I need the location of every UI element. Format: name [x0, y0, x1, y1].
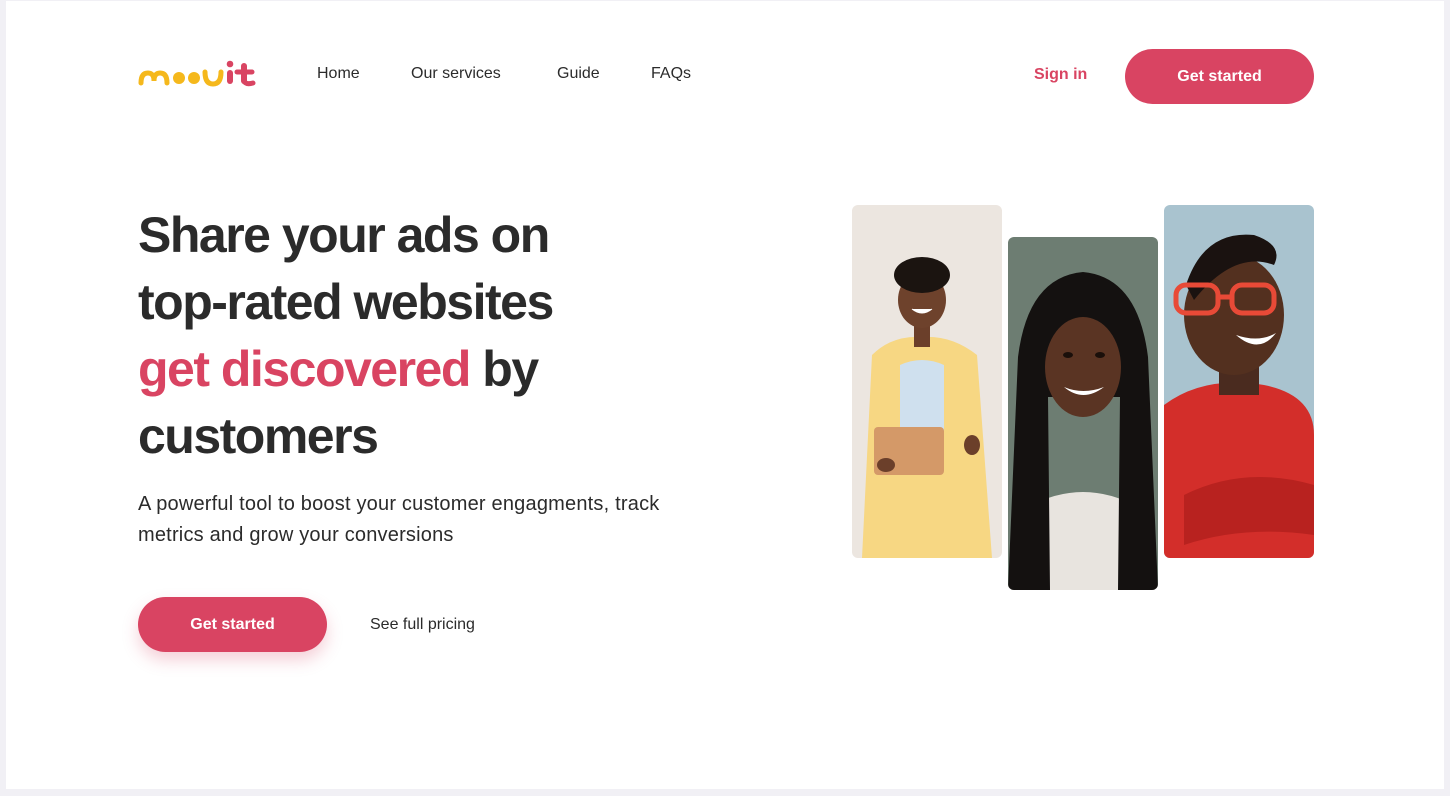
nav-item-guide[interactable]: Guide — [557, 65, 600, 83]
moovit-logo[interactable] — [138, 59, 264, 87]
sign-in-link[interactable]: Sign in — [1034, 66, 1087, 84]
headline-line-2: top-rated websites — [138, 274, 554, 330]
landing-page: Home Our services Guide FAQs Sign in Get… — [6, 1, 1444, 789]
hero-subtitle: A powerful tool to boost your customer e… — [138, 493, 660, 546]
hero-get-started-button[interactable]: Get started — [138, 597, 327, 652]
woman-yellow-blazer-tablet-photo — [852, 205, 1002, 558]
man-red-glasses-sweater-photo — [1164, 205, 1314, 558]
nav-item-faqs[interactable]: FAQs — [651, 65, 691, 83]
woman-braids-smiling-photo — [1008, 237, 1158, 590]
headline-accent: get discovered — [138, 341, 471, 397]
hero-headline: Share your ads on top-rated websites get… — [138, 202, 738, 470]
see-full-pricing-link[interactable]: See full pricing — [370, 616, 475, 634]
headline-after-accent: by — [469, 341, 539, 397]
headline-line-4: customers — [138, 408, 379, 464]
header-get-started-button[interactable]: Get started — [1125, 49, 1314, 104]
headline-line-1: Share your ads on — [138, 207, 550, 263]
nav-item-home[interactable]: Home — [317, 65, 360, 83]
nav-item-our-services[interactable]: Our services — [411, 65, 501, 83]
